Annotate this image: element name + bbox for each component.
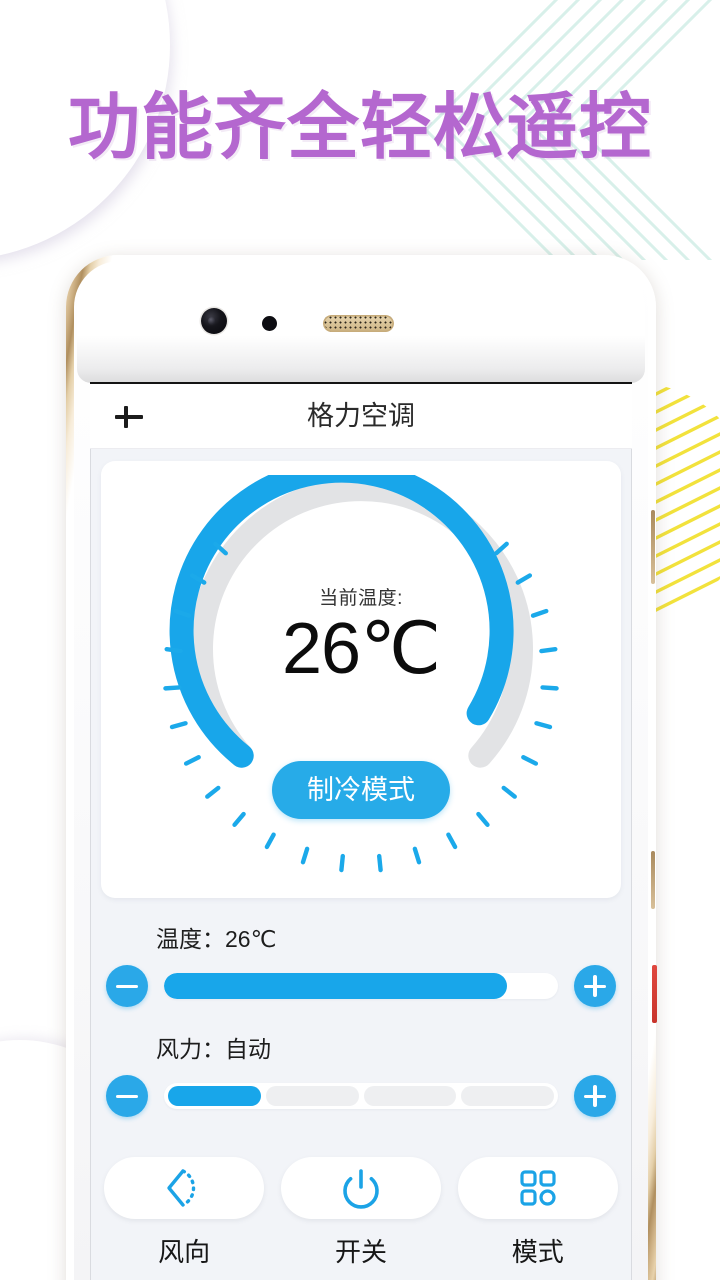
- phone-screen: 格力空调 当前温度: 26℃ 制冷模式 温度：26℃ 风力：自动 风向 开关 模…: [90, 382, 632, 1280]
- fan-speed-slider-block: 风力：自动: [90, 1030, 632, 1118]
- swing-direction-icon: [161, 1165, 207, 1211]
- wind-direction-label: 风向: [158, 1237, 211, 1267]
- earpiece-speaker-icon: [323, 315, 394, 332]
- action-button-bar: 风向 开关 模式: [104, 1157, 618, 1280]
- power-button[interactable]: [652, 965, 657, 1023]
- page-title: 格力空调: [307, 401, 415, 431]
- volume-button: [651, 510, 655, 584]
- grid-mode-icon: [517, 1167, 559, 1209]
- phone-hardware-row: [66, 308, 656, 342]
- power-label: 开关: [334, 1237, 387, 1267]
- app-bar: 格力空调: [90, 384, 632, 449]
- mode-button[interactable]: [457, 1157, 618, 1219]
- poster-canvas: 功能齐全轻松遥控 格力空调 当前温度: 26℃ 制冷模式 温度：26℃ 风力：自…: [0, 0, 720, 1280]
- fan-speed-segment[interactable]: [461, 1086, 554, 1106]
- temperature-increase-button[interactable]: [574, 965, 616, 1007]
- action-wind-direction: 风向: [104, 1157, 265, 1280]
- phone-mockup: 格力空调 当前温度: 26℃ 制冷模式 温度：26℃ 风力：自动 风向 开关 模…: [66, 255, 657, 1280]
- temperature-slider-row: [90, 964, 632, 1008]
- temperature-decrease-button[interactable]: [106, 965, 148, 1007]
- temperature-slider-fill: [164, 973, 507, 999]
- wind-direction-button[interactable]: [104, 1157, 265, 1219]
- mode-label: 模式: [511, 1237, 564, 1267]
- fan-speed-segment[interactable]: [265, 1086, 359, 1106]
- fan-speed-segment[interactable]: [363, 1086, 457, 1106]
- power-icon: [338, 1165, 384, 1211]
- fan-speed-segments[interactable]: [164, 1083, 558, 1109]
- proximity-sensor-icon: [262, 316, 277, 331]
- action-power: 开关: [280, 1157, 442, 1280]
- fan-speed-slider-label: 风力：自动: [156, 1036, 271, 1062]
- fan-speed-decrease-button[interactable]: [106, 1075, 148, 1117]
- fan-speed-segment[interactable]: [168, 1086, 261, 1106]
- temperature-gauge-card: 当前温度: 26℃ 制冷模式: [101, 461, 621, 898]
- page-headline: 功能齐全轻松遥控: [67, 88, 652, 168]
- temperature-slider-track[interactable]: [164, 973, 558, 999]
- fan-speed-increase-button[interactable]: [574, 1075, 616, 1117]
- fan-speed-slider-row: [90, 1074, 632, 1118]
- temperature-slider-block: 温度：26℃: [90, 920, 632, 1008]
- temperature-slider-label: 温度：26℃: [156, 926, 277, 952]
- action-mode: 模式: [457, 1157, 618, 1280]
- volume-down-button: [651, 851, 655, 909]
- power-toggle-button[interactable]: [280, 1157, 442, 1219]
- current-mode-button[interactable]: 制冷模式: [272, 761, 450, 819]
- camera-icon: [201, 308, 227, 334]
